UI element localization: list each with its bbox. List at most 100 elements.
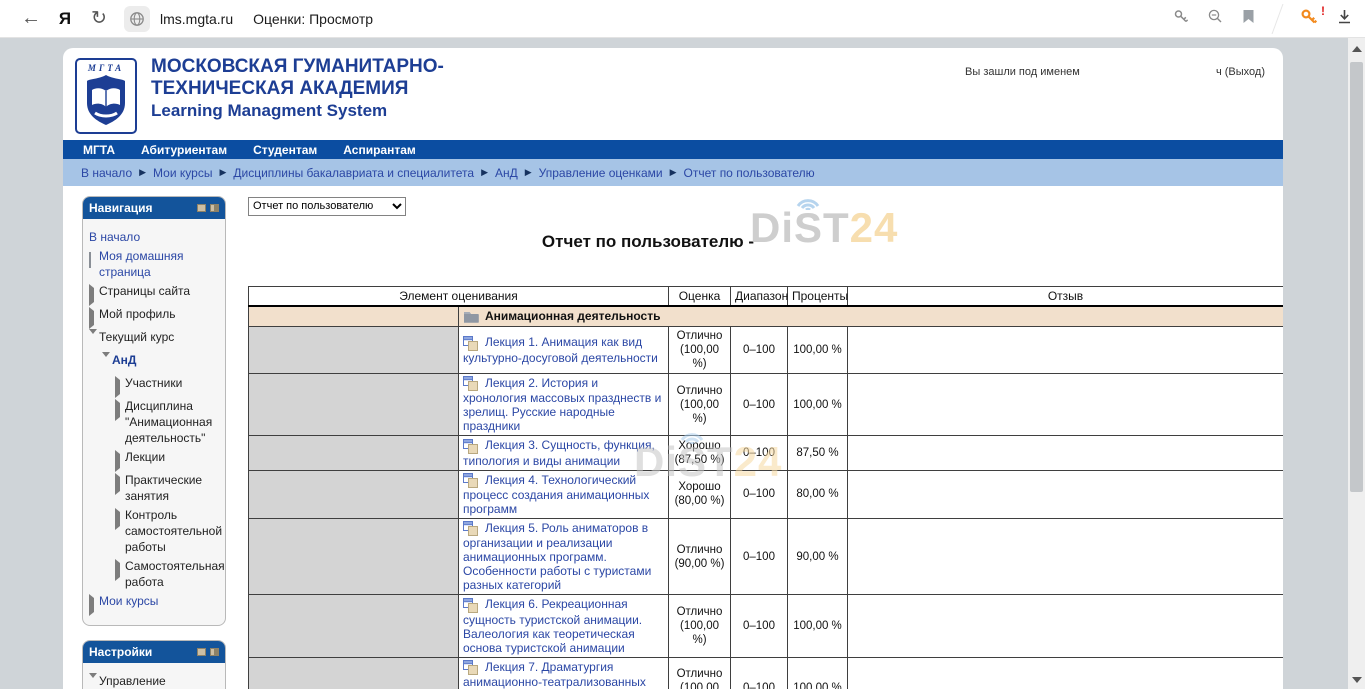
scrollbar-up-icon[interactable] [1352, 46, 1362, 52]
breadcrumb-item-2[interactable]: Мои курсы [153, 166, 212, 180]
indent-cell [249, 374, 459, 436]
report-type-select[interactable]: Отчет по пользователю [248, 197, 406, 216]
sidebar-item[interactable]: Текущий курс [89, 329, 221, 349]
breadcrumb-item-3[interactable]: Дисциплины бакалавриата и специалитета [233, 166, 474, 180]
key-icon[interactable] [1173, 9, 1189, 30]
sidebar-item[interactable]: Моя домашняя страница [89, 248, 221, 280]
breadcrumb-separator-icon: ▶ [670, 167, 677, 178]
login-remnant: ч [1216, 66, 1222, 78]
globe-icon [124, 6, 150, 32]
grade-item-cell: Лекция 7. Драматургия анимационно-театра… [459, 657, 669, 689]
grade-item-cell: Лекция 1. Анимация как вид культурно-дос… [459, 327, 669, 374]
lms-title: Learning Managment System [151, 100, 444, 122]
grade-cell: Отлично(100,00 %) [669, 595, 731, 657]
grade-cell: Хорошо(87,50 %) [669, 436, 731, 470]
sidebar-item[interactable]: Дисциплина "Анимационная деятельность" [89, 398, 221, 446]
chevron-right-icon[interactable] [115, 562, 125, 578]
indent-cell [249, 470, 459, 518]
settings-block-header: Настройки [83, 641, 225, 663]
sidebar-item-label: Лекции [125, 449, 165, 465]
breadcrumb-item-6[interactable]: Отчет по пользователю [684, 166, 815, 180]
chevron-right-icon[interactable] [115, 402, 125, 418]
chevron-right-icon[interactable] [115, 476, 125, 492]
mgta-crest-icon [83, 73, 129, 129]
nav-item-3[interactable]: Студентам [253, 143, 317, 157]
grade-item-row: Лекция 6. Рекреационная сущность туристс… [249, 595, 1284, 657]
sidebar-item[interactable]: Страницы сайта [89, 283, 221, 303]
block-dock-icon[interactable] [210, 648, 219, 656]
chevron-down-icon[interactable] [102, 356, 112, 372]
report-page-title: Отчет по пользователю - [248, 232, 1048, 252]
scrollbar-thumb[interactable] [1350, 62, 1363, 492]
sidebar-item[interactable]: Мой профиль [89, 306, 221, 326]
feedback-cell [848, 374, 1284, 436]
indent-cell [249, 436, 459, 470]
block-collapse-icon[interactable] [197, 204, 206, 212]
grade-item-link[interactable]: Лекция 6. Рекреационная сущность туристс… [463, 597, 642, 654]
yandex-browser-icon[interactable]: Я [48, 4, 82, 34]
sidebar-item[interactable]: Мои курсы [89, 593, 221, 613]
sidebar-item[interactable]: В начало [89, 229, 221, 245]
chevron-right-icon[interactable] [89, 597, 99, 613]
sidebar-item[interactable]: Управление оценками [89, 673, 221, 689]
chevron-down-icon[interactable] [89, 677, 99, 689]
grade-item-link[interactable]: Лекция 5. Роль аниматоров в организации … [463, 521, 651, 592]
chevron-down-icon[interactable] [89, 333, 99, 349]
breadcrumb-item-1[interactable]: В начало [81, 166, 132, 180]
chevron-right-icon[interactable] [115, 511, 125, 527]
grade-item-row: Лекция 1. Анимация как вид культурно-дос… [249, 327, 1284, 374]
chevron-right-icon[interactable] [115, 379, 125, 395]
report-main: Отчет по пользователю Отчет по пользоват… [226, 196, 1283, 689]
download-icon[interactable] [1336, 8, 1353, 30]
chevron-right-icon[interactable] [89, 287, 99, 303]
site-header: МГТА МОСКОВСКАЯ ГУМАНИТАРНО- ТЕХНИЧЕСКАЯ… [63, 48, 1283, 140]
scrollbar-down-icon[interactable] [1352, 677, 1362, 683]
breadcrumb-item-4[interactable]: АнД [495, 166, 518, 180]
grade-item-link[interactable]: Лекция 2. История и хронология массовых … [463, 376, 661, 433]
percent-cell: 100,00 % [788, 374, 848, 436]
logout-link[interactable]: (Выход) [1225, 66, 1265, 78]
login-info: Вы зашли под именем ч (Выход) [965, 66, 1265, 78]
range-cell: 0–100 [731, 374, 788, 436]
grade-item-cell: Лекция 2. История и хронология массовых … [459, 374, 669, 436]
refresh-icon[interactable]: ↻ [82, 4, 116, 34]
sidebar-item-label: В начало [89, 229, 140, 245]
sidebar-item[interactable]: АнД [89, 352, 221, 372]
grade-item-link[interactable]: Лекция 1. Анимация как вид культурно-дос… [463, 335, 658, 364]
percent-cell: 100,00 % [788, 327, 848, 374]
grade-item-cell: Лекция 6. Рекреационная сущность туристс… [459, 595, 669, 657]
back-icon[interactable]: ← [14, 4, 48, 34]
browser-scrollbar[interactable] [1348, 38, 1365, 689]
feedback-cell [848, 470, 1284, 518]
address-bar[interactable]: lms.mgta.ru Оценки: Просмотр [124, 6, 373, 32]
breadcrumb-separator-icon: ▶ [219, 167, 226, 178]
sidebar-item[interactable]: Контроль самостоятельной работы [89, 507, 221, 555]
block-dock-icon[interactable] [210, 204, 219, 212]
nav-item-2[interactable]: Абитуриентам [141, 143, 227, 157]
grade-item-link[interactable]: Лекция 7. Драматургия анимационно-театра… [463, 660, 656, 689]
block-collapse-icon[interactable] [197, 648, 206, 656]
indent-cell [249, 327, 459, 374]
chevron-right-icon[interactable] [115, 453, 125, 469]
site-content: МГТА МОСКОВСКАЯ ГУМАНИТАРНО- ТЕХНИЧЕСКАЯ… [63, 48, 1283, 689]
percent-cell: 80,00 % [788, 470, 848, 518]
grade-item-link[interactable]: Лекция 3. Сущность, функция, типология и… [463, 438, 655, 467]
nav-item-1[interactable]: МГТА [83, 143, 115, 157]
zoom-out-icon[interactable] [1207, 8, 1224, 30]
feedback-cell [848, 327, 1284, 374]
sidebar-item[interactable]: Участники [89, 375, 221, 395]
sidebar-item[interactable]: Лекции [89, 449, 221, 469]
grade-item-link[interactable]: Лекция 4. Технологический процесс создан… [463, 473, 649, 516]
nav-item-4[interactable]: Аспирантам [343, 143, 416, 157]
chevron-right-icon[interactable] [89, 310, 99, 326]
lesson-icon [463, 521, 478, 536]
sidebar-item-label: Моя домашняя страница [99, 248, 221, 280]
main-navbar: МГТА Абитуриентам Студентам Аспирантам [63, 140, 1283, 159]
column-header: Диапазон [731, 286, 788, 306]
lesson-icon [463, 439, 478, 454]
sidebar-item[interactable]: Практические занятия [89, 472, 221, 504]
protect-key-icon[interactable]: ! [1300, 8, 1318, 31]
sidebar-item[interactable]: Самостоятельная работа [89, 558, 221, 590]
bookmark-icon[interactable] [1242, 9, 1255, 29]
breadcrumb-item-5[interactable]: Управление оценками [539, 166, 663, 180]
